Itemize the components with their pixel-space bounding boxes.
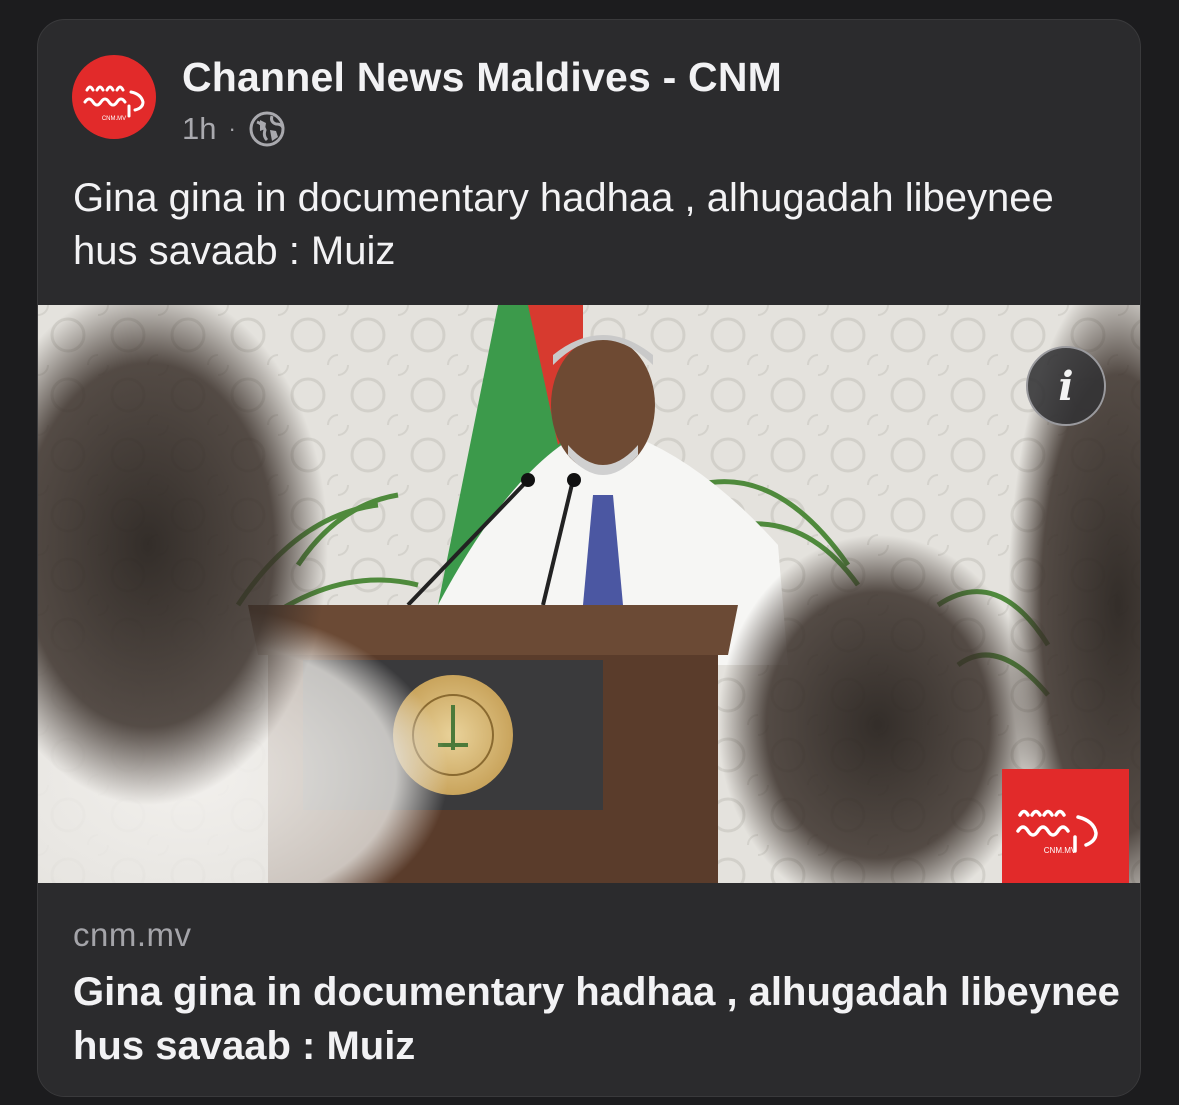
post-header: CNM.MV Channel News Maldives - CNM 1h · [38,20,1140,180]
page-name[interactable]: Channel News Maldives - CNM [182,54,782,101]
press-conference-photo [38,305,1140,883]
info-icon: i [1058,362,1074,410]
cnm-watermark: CNM.MV [1002,769,1129,883]
post-image[interactable]: i CNM.MV [38,305,1140,883]
post-card: CNM.MV Channel News Maldives - CNM 1h · … [37,19,1141,1097]
post-meta: 1h · [182,110,286,148]
watermark-caption: CNM.MV [1044,846,1077,855]
avatar[interactable]: CNM.MV [72,55,156,139]
link-domain: cnm.mv [73,916,192,953]
post-text: Gina gina in documentary hadhaa , alhuga… [73,176,1054,273]
post-time[interactable]: 1h [182,111,216,147]
cnm-watermark-logo: CNM.MV [1016,809,1098,855]
link-preview[interactable]: cnm.mv Gina gina in documentary hadhaa ,… [38,883,1140,1096]
cnm-logo: CNM.MV [83,85,145,122]
info-button[interactable]: i [1026,346,1106,426]
globe-icon [249,111,285,147]
meta-separator: · [228,116,236,141]
avatar-logo-caption: CNM.MV [102,116,126,122]
link-title[interactable]: Gina gina in documentary hadhaa , alhuga… [73,965,1123,1073]
